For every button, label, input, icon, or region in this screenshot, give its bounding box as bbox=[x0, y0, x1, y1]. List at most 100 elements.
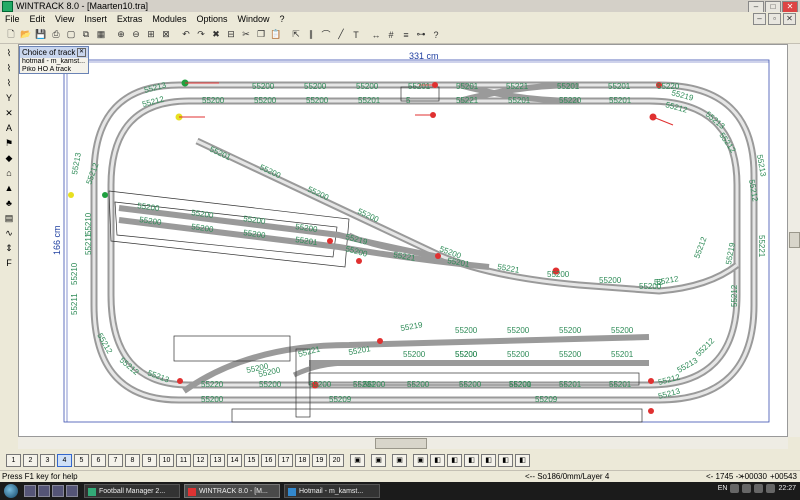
mdi-minimize-button[interactable]: – bbox=[753, 13, 766, 25]
zoom-in-icon[interactable]: ⊕ bbox=[114, 28, 128, 42]
choice-panel-row[interactable]: hotmail - m_kamst... bbox=[20, 58, 88, 66]
height-tool-icon[interactable]: ⇕ bbox=[2, 241, 16, 255]
layer-15-button[interactable]: 15 bbox=[244, 453, 259, 467]
nav-a-icon[interactable]: ◧ bbox=[498, 453, 513, 467]
layer-11-button[interactable]: 11 bbox=[176, 453, 191, 467]
layer-19-button[interactable]: 19 bbox=[312, 453, 327, 467]
layer-9-button[interactable]: 9 bbox=[142, 453, 157, 467]
menu-window[interactable]: Window bbox=[232, 14, 274, 24]
copy-layout-icon[interactable]: ⧉ bbox=[79, 28, 93, 42]
insert-icon[interactable]: ⊟ bbox=[224, 28, 238, 42]
layer-7-button[interactable]: 7 bbox=[108, 453, 123, 467]
vertical-scroll-thumb[interactable] bbox=[789, 232, 800, 248]
text-icon[interactable]: T bbox=[349, 28, 363, 42]
text-tool-icon[interactable]: A bbox=[2, 121, 16, 135]
layer-8-button[interactable]: 8 bbox=[125, 453, 140, 467]
curve-icon[interactable]: ⌒ bbox=[319, 28, 333, 42]
terrain-tool-icon[interactable]: ▲ bbox=[2, 181, 16, 195]
menu-edit[interactable]: Edit bbox=[25, 14, 51, 24]
undo-icon[interactable]: ↶ bbox=[179, 28, 193, 42]
track-tool-1-icon[interactable]: ⌇ bbox=[2, 46, 16, 60]
layer-17-button[interactable]: 17 bbox=[278, 453, 293, 467]
nav-b-icon[interactable]: ◧ bbox=[515, 453, 530, 467]
menu-insert[interactable]: Insert bbox=[79, 14, 112, 24]
select-icon[interactable]: ⇱ bbox=[289, 28, 303, 42]
layer-2-button[interactable]: 2 bbox=[23, 453, 38, 467]
print-icon[interactable]: ⎙ bbox=[49, 28, 63, 42]
quicklaunch-icon-3[interactable] bbox=[52, 485, 64, 497]
task-football-manager[interactable]: Football Manager 2... bbox=[84, 484, 180, 498]
object-tool-icon[interactable]: ◆ bbox=[2, 151, 16, 165]
layer-5-button[interactable]: 5 bbox=[74, 453, 89, 467]
layer-18-button[interactable]: 18 bbox=[295, 453, 310, 467]
signal-tool-icon[interactable]: ⚑ bbox=[2, 136, 16, 150]
menu-options[interactable]: Options bbox=[191, 14, 232, 24]
menu-file[interactable]: File bbox=[0, 14, 25, 24]
tray-icon-2[interactable] bbox=[742, 484, 752, 493]
preview-icon[interactable]: ▢ bbox=[64, 28, 78, 42]
menu-help[interactable]: ? bbox=[275, 14, 290, 24]
redo-icon[interactable]: ↷ bbox=[194, 28, 208, 42]
layer-20-button[interactable]: 20 bbox=[329, 453, 344, 467]
task-wintrack[interactable]: WINTRACK 8.0 - [M... bbox=[184, 484, 280, 498]
layer-3-button[interactable]: 3 bbox=[40, 453, 55, 467]
volume-icon[interactable] bbox=[766, 484, 776, 493]
tray-icon-3[interactable] bbox=[754, 484, 764, 493]
palette-icon[interactable]: ▦ bbox=[94, 28, 108, 42]
quicklaunch-icon-4[interactable] bbox=[66, 485, 78, 497]
track-icon[interactable]: ∥ bbox=[304, 28, 318, 42]
track-system-select[interactable]: Piko HO A track bbox=[20, 66, 88, 74]
function-tool-icon[interactable]: F bbox=[2, 256, 16, 270]
layer-tool-a-icon[interactable]: ▣ bbox=[350, 453, 365, 467]
mdi-close-button[interactable]: ✕ bbox=[783, 13, 796, 25]
zoom-area-icon[interactable]: ⊠ bbox=[159, 28, 173, 42]
layer-10-button[interactable]: 10 bbox=[159, 453, 174, 467]
zoom-fit-icon[interactable]: ⊞ bbox=[144, 28, 158, 42]
layer-tool-c-icon[interactable]: ▣ bbox=[392, 453, 407, 467]
tray-icon-1[interactable] bbox=[730, 484, 740, 493]
task-hotmail[interactable]: Hotmail - m_kamst... bbox=[284, 484, 380, 498]
crossing-tool-icon[interactable]: ✕ bbox=[2, 106, 16, 120]
nav-next-icon[interactable]: ◧ bbox=[464, 453, 479, 467]
save-icon[interactable]: 💾 bbox=[34, 28, 48, 42]
layer-13-button[interactable]: 13 bbox=[210, 453, 225, 467]
copy-icon[interactable]: ❐ bbox=[254, 28, 268, 42]
horizontal-scroll-thumb[interactable] bbox=[375, 438, 427, 449]
nav-prev-icon[interactable]: ◧ bbox=[447, 453, 462, 467]
align-icon[interactable]: ≡ bbox=[399, 28, 413, 42]
language-indicator[interactable]: EN bbox=[718, 485, 728, 492]
edit-track-icon[interactable]: ╱ bbox=[334, 28, 348, 42]
building-tool-icon[interactable]: ⌂ bbox=[2, 166, 16, 180]
paste-icon[interactable]: 📋 bbox=[269, 28, 283, 42]
scenery-tool-icon[interactable]: ♣ bbox=[2, 196, 16, 210]
layer-14-button[interactable]: 14 bbox=[227, 453, 242, 467]
connect-icon[interactable]: ⊶ bbox=[414, 28, 428, 42]
layer-12-button[interactable]: 12 bbox=[193, 453, 208, 467]
horizontal-scrollbar[interactable] bbox=[18, 437, 788, 449]
open-icon[interactable]: 📂 bbox=[19, 28, 33, 42]
mdi-restore-button[interactable]: ▫ bbox=[768, 13, 781, 25]
quicklaunch-icon-2[interactable] bbox=[38, 485, 50, 497]
layer-tool-d-icon[interactable]: ▣ bbox=[413, 453, 428, 467]
menu-extras[interactable]: Extras bbox=[112, 14, 148, 24]
layer-tool-b-icon[interactable]: ▣ bbox=[371, 453, 386, 467]
layer-6-button[interactable]: 6 bbox=[91, 453, 106, 467]
layer-4-button[interactable]: 4 bbox=[57, 453, 72, 467]
layer-1-button[interactable]: 1 bbox=[6, 453, 21, 467]
vertical-scrollbar[interactable] bbox=[788, 44, 800, 437]
zoom-out-icon[interactable]: ⊖ bbox=[129, 28, 143, 42]
help-icon[interactable]: ? bbox=[429, 28, 443, 42]
measure-icon[interactable]: ↔ bbox=[369, 28, 383, 42]
quicklaunch-icon-1[interactable] bbox=[24, 485, 36, 497]
cut-icon[interactable]: ✂ bbox=[239, 28, 253, 42]
track-tool-2-icon[interactable]: ⌇ bbox=[2, 61, 16, 75]
layer-tool-icon[interactable]: ▤ bbox=[2, 211, 16, 225]
choice-panel-close-button[interactable]: ✕ bbox=[77, 48, 86, 57]
track-tool-3-icon[interactable]: ⌇ bbox=[2, 76, 16, 90]
nav-first-icon[interactable]: ◧ bbox=[430, 453, 445, 467]
nav-last-icon[interactable]: ◧ bbox=[481, 453, 496, 467]
layout-canvas[interactable]: 331 cm 166 cm 55213 55200 55200 55200 55… bbox=[18, 44, 788, 437]
menu-modules[interactable]: Modules bbox=[147, 14, 191, 24]
grid-icon[interactable]: # bbox=[384, 28, 398, 42]
choice-of-track-panel[interactable]: Choice of track ✕ hotmail - m_kamst... Pi… bbox=[19, 46, 89, 74]
